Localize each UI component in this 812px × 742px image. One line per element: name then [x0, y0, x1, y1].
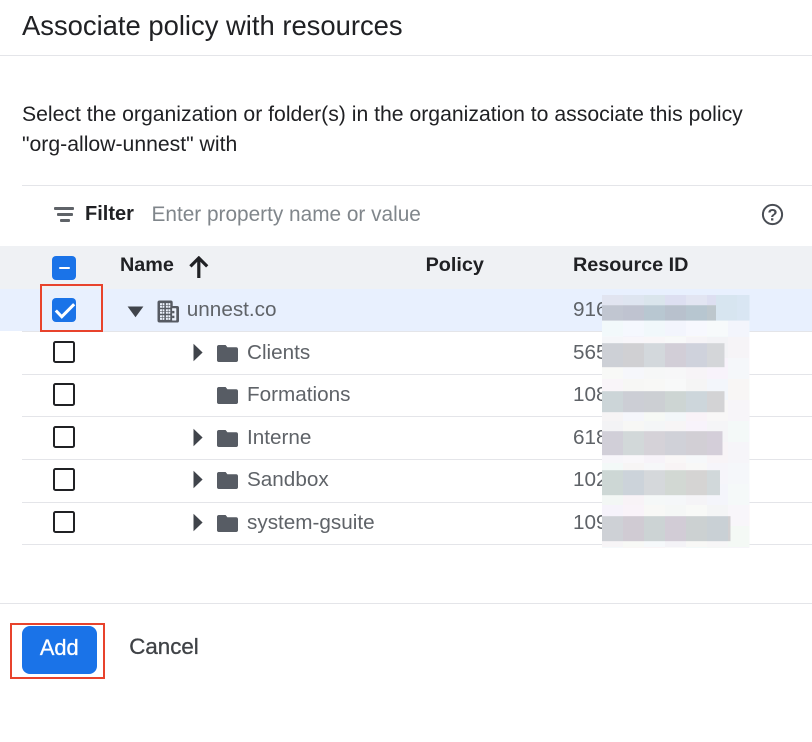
svg-text:?: ? [767, 206, 777, 224]
